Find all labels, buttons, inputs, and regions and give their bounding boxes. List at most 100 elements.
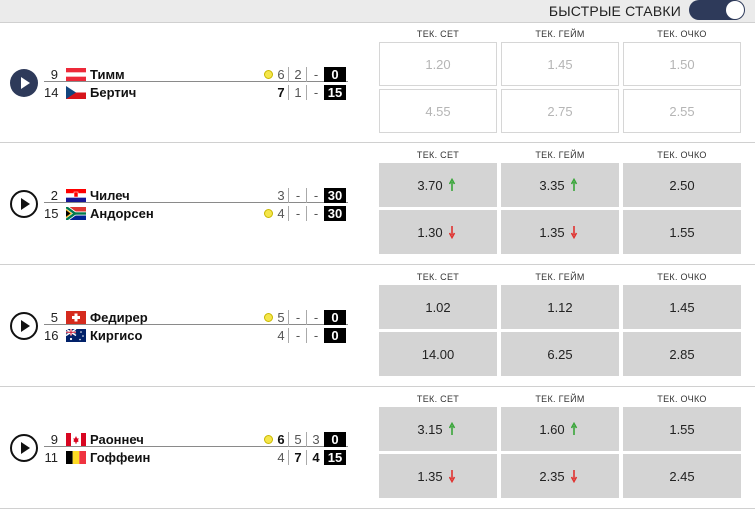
arrow-down-icon [448, 225, 459, 240]
play-icon [21, 198, 30, 210]
odds-button: 2.55 [623, 89, 741, 133]
set-score: - [313, 188, 319, 203]
odds-button[interactable]: 2.35 [501, 454, 619, 498]
odds-header: ТЕК. СЕТ [416, 394, 460, 404]
odds-header: ТЕК. СЕТ [416, 29, 460, 39]
game-points: 0 [324, 67, 346, 82]
odds-button[interactable]: 3.35 [501, 163, 619, 207]
odds-button[interactable]: 1.02 [379, 285, 497, 329]
score-divider [306, 310, 307, 325]
player-seed: 5 [50, 310, 58, 325]
score-divider [306, 206, 307, 221]
set-score: 5 [277, 310, 285, 325]
player-name: Чилеч [90, 188, 130, 203]
arrow-up-icon [448, 421, 459, 436]
arrow-up-icon [448, 177, 459, 192]
odds-button[interactable]: 3.15 [379, 407, 497, 451]
odds-button[interactable]: 1.30 [379, 210, 497, 254]
set-score: - [313, 67, 319, 82]
player-seed: 16 [44, 328, 59, 343]
odds-button[interactable]: 2.50 [623, 163, 741, 207]
set-score: - [313, 85, 319, 100]
odds-button[interactable]: 6.25 [501, 332, 619, 376]
play-button[interactable] [10, 69, 38, 97]
odds-header: ТЕК. ГЕЙМ [535, 394, 585, 404]
top-bar: БЫСТРЫЕ СТАВКИ [0, 0, 755, 22]
odds-value: 2.35 [539, 468, 565, 484]
match-row: 2 Чилеч 3- -30 15 Андорсен 4- -30 ТЕК. СЕТ ТЕК. Г… [0, 144, 755, 265]
player-seed: 15 [44, 206, 59, 221]
score-divider [306, 67, 307, 82]
game-points: 30 [324, 206, 346, 221]
match-row: 9 Тимм 6 2-0 14 Бертич 7 1-15 ТЕК. СЕТ ТЕК. ГЕЙМ Т… [0, 22, 755, 143]
odds-header: ТЕК. СЕТ [416, 272, 460, 282]
odds-button[interactable]: 1.12 [501, 285, 619, 329]
score-divider [306, 432, 307, 447]
odds-value: 1.45 [669, 299, 695, 315]
game-points: 15 [324, 85, 346, 100]
set-score: 6 [277, 432, 285, 447]
set-score: - [295, 310, 301, 325]
odds-header: ТЕК. СЕТ [416, 150, 460, 160]
odds-button[interactable]: 1.35 [379, 454, 497, 498]
arrow-up-icon [570, 177, 581, 192]
odds-button[interactable]: 14.00 [379, 332, 497, 376]
flag-switzerland-icon [66, 311, 86, 324]
odds-value: 1.55 [669, 421, 695, 437]
play-button[interactable] [10, 190, 38, 218]
odds-value: 3.70 [417, 177, 443, 193]
flag-austria-icon [66, 68, 86, 81]
set-score: - [295, 328, 301, 343]
odds-button: 1.20 [379, 42, 497, 86]
odds-value: 1.35 [539, 224, 565, 240]
odds-button[interactable]: 2.85 [623, 332, 741, 376]
odds-value: 2.85 [669, 346, 695, 362]
odds-value: 3.15 [417, 421, 443, 437]
serve-ball-icon [264, 313, 273, 322]
player-seed: 14 [44, 85, 59, 100]
play-button[interactable] [10, 312, 38, 340]
flag-belgium-icon [66, 451, 86, 464]
score-divider [288, 85, 289, 100]
player-name: Бертич [90, 85, 137, 100]
odds-value: 2.75 [547, 103, 573, 119]
flag-canada-icon [66, 433, 86, 446]
player-row: 5 Федирер 5- -0 [44, 310, 348, 325]
odds-value: 4.55 [425, 103, 451, 119]
player-seed: 9 [50, 432, 58, 447]
player-seed: 9 [50, 67, 58, 82]
odds-button[interactable]: 1.60 [501, 407, 619, 451]
set-score: 5 [294, 432, 302, 447]
odds-button[interactable]: 3.70 [379, 163, 497, 207]
odds-value: 1.12 [547, 299, 573, 315]
set-score: 4 [277, 206, 285, 221]
odds-button[interactable]: 1.55 [623, 407, 741, 451]
toggle-knob [726, 1, 744, 19]
play-button[interactable] [10, 434, 38, 462]
score-divider [288, 188, 289, 203]
odds-value: 2.45 [669, 468, 695, 484]
game-points: 0 [324, 432, 346, 447]
odds-header: ТЕК. ОЧКО [657, 29, 707, 39]
odds-button[interactable]: 2.45 [623, 454, 741, 498]
odds-header: ТЕК. ОЧКО [657, 394, 707, 404]
odds-button[interactable]: 1.35 [501, 210, 619, 254]
odds-value: 1.50 [669, 56, 695, 72]
odds-button[interactable]: 1.45 [623, 285, 741, 329]
play-icon [21, 442, 30, 454]
odds-value: 14.00 [421, 346, 455, 362]
game-points: 30 [324, 188, 346, 203]
flag-czech-icon [66, 86, 86, 99]
game-points: 15 [324, 450, 346, 465]
quick-bets-toggle[interactable] [689, 0, 745, 20]
odds-button: 4.55 [379, 89, 497, 133]
flag-south-africa-icon [66, 207, 86, 220]
score-divider [306, 328, 307, 343]
odds-value: 1.55 [669, 224, 695, 240]
odds-value: 6.25 [547, 346, 573, 362]
player-seed: 11 [44, 450, 59, 465]
score-divider [288, 310, 289, 325]
odds-header: ТЕК. ОЧКО [657, 150, 707, 160]
odds-button[interactable]: 1.55 [623, 210, 741, 254]
set-score: 1 [294, 85, 302, 100]
